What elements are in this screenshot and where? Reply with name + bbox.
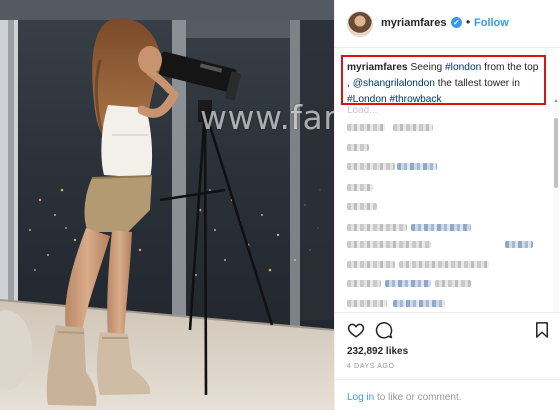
post-timestamp: 4 DAYS AGO	[347, 363, 395, 370]
blurred-comment	[347, 300, 387, 307]
blurred-comment	[385, 280, 431, 287]
bookmark-icon[interactable]	[533, 321, 551, 339]
blurred-comment	[347, 261, 395, 268]
follow-button[interactable]: Follow	[474, 17, 509, 29]
blurred-comment	[347, 224, 407, 231]
mention-link[interactable]: @shangrilalondon	[353, 78, 435, 89]
hashtag-link[interactable]: #london	[445, 62, 481, 73]
login-prompt: Log in to like or comment.	[335, 379, 560, 410]
comments-scrollbar[interactable]: ▲ ▼	[553, 98, 559, 312]
post-photo[interactable]: www.farfesh.com	[0, 0, 334, 410]
login-prompt-text: Log in to like or comment.	[347, 392, 462, 403]
heart-icon[interactable]	[347, 321, 365, 339]
blurred-comment	[347, 124, 385, 131]
avatar[interactable]	[347, 11, 373, 37]
blurred-comment	[347, 203, 377, 210]
login-prompt-rest: to like or comment.	[374, 392, 462, 403]
hashtag-link[interactable]: #throwback	[390, 94, 442, 105]
comments-area[interactable]: myriamfares Seeing #london from the top …	[335, 48, 560, 312]
likes-count[interactable]: 232,892 likes	[347, 346, 408, 357]
blurred-comment	[347, 184, 373, 191]
comment-icon[interactable]	[375, 321, 393, 339]
blurred-comment	[411, 224, 471, 231]
post-header: myriamfares ✓ • Follow	[335, 0, 560, 48]
separator-dot: •	[466, 15, 471, 29]
caption-text: Seeing	[410, 62, 446, 73]
blurred-comment	[397, 163, 437, 170]
post-caption: myriamfares Seeing #london from the top …	[347, 60, 543, 108]
caption-text: the tallest tower in	[434, 78, 520, 89]
scroll-up-arrow-icon[interactable]: ▲	[553, 98, 559, 104]
profile-username[interactable]: myriamfares	[381, 17, 446, 29]
blurred-comment	[399, 261, 489, 268]
caption-username[interactable]: myriamfares	[347, 62, 408, 73]
load-more-comments[interactable]: Load...	[347, 105, 378, 116]
blurred-comment	[393, 300, 445, 307]
blurred-comment	[347, 280, 381, 287]
login-link[interactable]: Log in	[347, 392, 374, 403]
post-actions: 232,892 likes 4 DAYS AGO Log in to like …	[335, 312, 560, 410]
blurred-comment	[393, 124, 433, 131]
scroll-thumb[interactable]	[554, 118, 558, 188]
blurred-comment	[347, 144, 369, 151]
blurred-comment	[347, 241, 431, 248]
post-side-panel: myriamfares ✓ • Follow myriamfares Seein…	[334, 0, 560, 410]
blurred-comment	[435, 280, 471, 287]
blurred-comment	[347, 163, 395, 170]
blurred-comment	[505, 241, 533, 248]
post-image	[0, 0, 334, 410]
hashtag-link[interactable]: #London	[347, 94, 387, 105]
watermark-text: www.farfesh.com	[200, 98, 334, 137]
verified-badge-icon: ✓	[451, 17, 462, 28]
